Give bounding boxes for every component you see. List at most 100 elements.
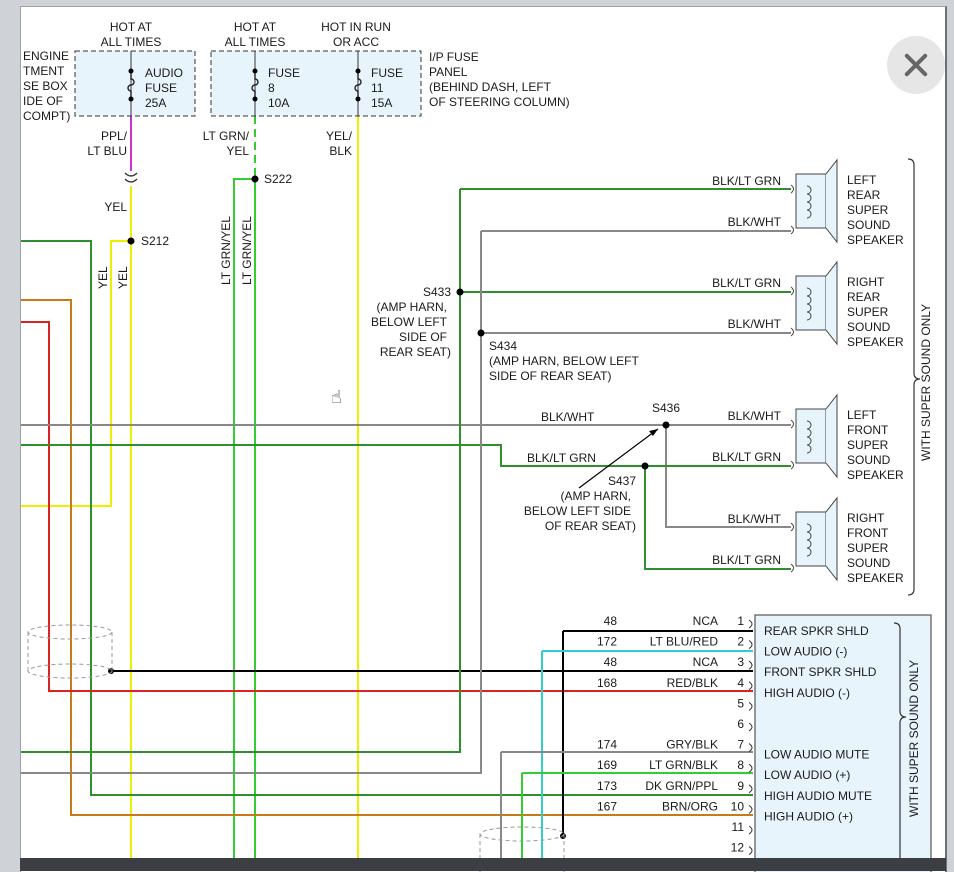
speaker-label: RIGHT [847, 511, 885, 525]
ip-panel-label-3: (BEHIND DASH, LEFT [429, 80, 552, 94]
pin-wire-color: GRY/BLK [666, 738, 718, 752]
engine-box-label-2: TMENT [23, 64, 65, 78]
connector-pin-6: 6 [737, 717, 753, 732]
s434-note-1: (AMP HARN, BELOW LEFT [489, 354, 639, 368]
speaker-wire-top: BLK/WHT [728, 409, 782, 423]
speaker-1: BLK/LT GRN BLK/WHT LEFTREARSUPERSOUNDSPEAK… [712, 158, 904, 247]
fuse11-head-1: HOT IN RUN [321, 20, 391, 34]
wire-label-ltgrn-2: YEL [226, 144, 249, 158]
pin-circuit: 174 [597, 738, 617, 752]
fuse11-label-1: FUSE [371, 66, 403, 80]
speaker-label: FRONT [847, 526, 889, 540]
pin-function: REAR SPKR SHLD [764, 624, 869, 638]
pin-circuit: 173 [597, 779, 617, 793]
pin-circuit: 167 [597, 799, 617, 813]
s433-note-4: REAR SEAT) [380, 345, 451, 359]
fuse8-label-3: 10A [268, 96, 289, 110]
speaker-4: BLK/WHT BLK/LT GRN RIGHTFRONTSUPERSOUNDSPE… [712, 496, 904, 585]
engine-box-label-5: COMPT) [23, 109, 70, 123]
pin-number: 7 [737, 738, 744, 752]
pin-number: 10 [731, 799, 745, 813]
s434-note-2: SIDE OF REAR SEAT) [489, 369, 611, 383]
wire-yel-branch [21, 240, 131, 507]
speaker-wire-top: BLK/LT GRN [712, 276, 781, 290]
pin-circuit: 168 [597, 676, 617, 690]
pin-function: LOW AUDIO (+) [764, 768, 850, 782]
pin-circuit: 48 [604, 614, 618, 628]
speaker-2: BLK/LT GRN BLK/WHT RIGHTREARSUPERSOUNDSPEA… [712, 260, 904, 349]
wire-label-yel-v1: YEL [96, 266, 110, 289]
pin-function: HIGH AUDIO MUTE [764, 789, 872, 803]
wire-label-yel-v2: YEL [116, 266, 130, 289]
splice-s212: S212 [141, 234, 169, 248]
fuse-box-left: ENGINE TMENT SE BOX IDE OF COMPT) HOT AT… [23, 20, 196, 123]
connector-pin-12: 12 [731, 841, 753, 856]
pin-circuit: 169 [597, 758, 617, 772]
speaker-label: REAR [847, 188, 881, 202]
s437-note-1: (AMP HARN, [561, 489, 631, 503]
speaker-label: SUPER [847, 305, 889, 319]
pin-number: 5 [737, 696, 744, 710]
wire-label-ltgrn-1: LT GRN/ [203, 129, 250, 143]
speaker-label: SUPER [847, 203, 889, 217]
connector-bracket-label: WITH SUPER SOUND ONLY [907, 660, 921, 817]
pin-wire-color: LT GRN/BLK [649, 758, 718, 772]
pin-wire-color: NCA [693, 655, 718, 669]
engine-box-label-1: ENGINE [23, 49, 69, 63]
speaker-label: SOUND [847, 453, 891, 467]
pin-wire-color: BRN/ORG [662, 799, 718, 813]
pin-function: LOW AUDIO MUTE [764, 748, 869, 762]
viewer-toolbar-strip [20, 858, 946, 871]
engine-box-label-4: IDE OF [23, 94, 63, 108]
audio-fuse-label-1: AUDIO [145, 66, 183, 80]
audio-fuse-label-3: 25A [145, 96, 166, 110]
pin-number: 1 [737, 614, 744, 628]
speaker-label: FRONT [847, 423, 889, 437]
wire-label-ppl-2: LT BLU [87, 144, 127, 158]
splice-s437: S437 [608, 474, 636, 488]
speaker-wire-bottom: BLK/LT GRN [712, 553, 781, 567]
splice-s436: S436 [652, 401, 680, 415]
s437-note-2: BELOW LEFT SIDE [524, 504, 631, 518]
s433-note-2: BELOW LEFT [371, 315, 448, 329]
wire-label-ppl-1: PPL/ [101, 129, 128, 143]
fuse11-label-2: 11 [371, 81, 384, 95]
pin-function: HIGH AUDIO (-) [764, 686, 850, 700]
pin-number: 3 [737, 655, 744, 669]
speaker-label: SOUND [847, 218, 891, 232]
s433-note-3: SIDE OF [399, 330, 447, 344]
fuse8-head-1: HOT AT [234, 20, 277, 34]
pin-wire-color: DK GRN/PPL [645, 779, 718, 793]
pin-function: HIGH AUDIO (+) [764, 809, 853, 823]
speaker-label: SPEAKER [847, 468, 904, 482]
pin-wire-color: NCA [693, 614, 718, 628]
fuse-left-head-2: ALL TIMES [101, 35, 162, 49]
speaker-wire-top: BLK/LT GRN [712, 174, 781, 188]
speaker-label: SPEAKER [847, 571, 904, 585]
speaker-label: SOUND [847, 556, 891, 570]
speaker-label: SOUND [847, 320, 891, 334]
speaker-wire-bottom: BLK/WHT [728, 215, 782, 229]
mid-wire-blk-ltgrn: BLK/LT GRN [527, 451, 596, 465]
splice-s222: S222 [264, 172, 292, 186]
pin-number: 11 [732, 820, 745, 834]
engine-box-label-3: SE BOX [23, 79, 68, 93]
splice-s433: S433 [423, 285, 451, 299]
mid-wire-blk-wht: BLK/WHT [541, 410, 595, 424]
pin-function: FRONT SPKR SHLD [764, 665, 877, 679]
wire-layer [21, 116, 791, 866]
wire-label-ltgrn-v1: LT GRN/YEL [219, 216, 233, 285]
connector-pin-11: 11 [732, 820, 753, 835]
pin-circuit: 172 [597, 635, 617, 649]
speaker-label: LEFT [847, 408, 877, 422]
speaker-wire-bottom: BLK/LT GRN [712, 450, 781, 464]
speaker-label: REAR [847, 290, 881, 304]
pin-number: 4 [737, 676, 744, 690]
pin-circuit: 48 [604, 655, 618, 669]
ip-panel-label-2: PANEL [429, 65, 468, 79]
speaker-bracket-label: WITH SUPER SOUND ONLY [919, 304, 933, 461]
s437-note-3: OF REAR SEAT) [545, 519, 636, 533]
speaker-label: LEFT [847, 173, 877, 187]
fuse11-head-2: OR ACC [333, 35, 379, 49]
close-button[interactable] [887, 36, 945, 94]
